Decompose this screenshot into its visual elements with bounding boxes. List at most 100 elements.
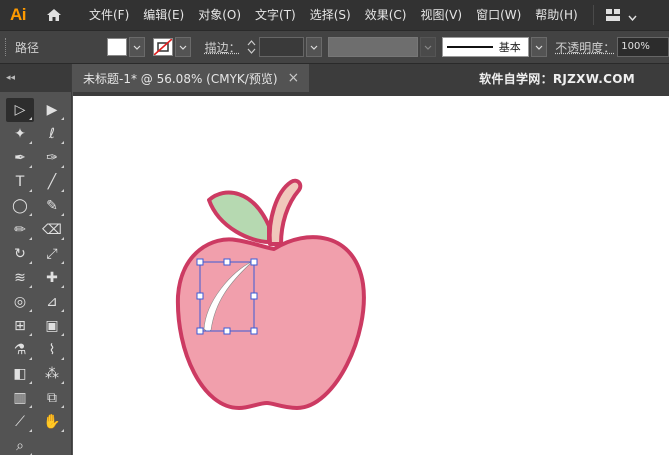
type-icon: T xyxy=(16,174,25,190)
symbol-sprayer-icon: ⁂ xyxy=(45,366,59,382)
selection-type-label: 路径 xyxy=(15,39,39,56)
eyedropper-tool[interactable]: ⚗ xyxy=(6,338,34,362)
mesh-tool[interactable]: ⊞ xyxy=(6,314,34,338)
symbol-sprayer-tool[interactable]: ⁂ xyxy=(38,362,66,386)
shaper-icon: ✏ xyxy=(14,222,26,238)
collapse-panel-button[interactable]: ◂◂ xyxy=(6,73,15,83)
shaper-tool[interactable]: ✏ xyxy=(6,218,34,242)
stroke-weight-stepper[interactable] xyxy=(245,37,259,57)
controlbar-grip[interactable] xyxy=(5,38,7,56)
selection-handle-1[interactable] xyxy=(224,259,230,265)
more-tools-indicator xyxy=(61,309,64,312)
gradient-icon: ▣ xyxy=(45,318,58,334)
lasso-tool[interactable]: ℓ xyxy=(38,122,66,146)
more-tools-indicator xyxy=(29,333,32,336)
measure-tool[interactable]: ⌇ xyxy=(38,338,66,362)
more-tools-indicator xyxy=(61,189,64,192)
menu-item-7[interactable]: 窗口(W) xyxy=(469,0,528,30)
ellipse-tool[interactable]: ◯ xyxy=(6,194,34,218)
more-tools-indicator xyxy=(61,333,64,336)
selection-handle-3[interactable] xyxy=(197,293,203,299)
illustrator-window: Ai 文件(F) 编辑(E) 对象(O) 文字(T) 选择(S) 效果(C) 视图(V) 窗口… xyxy=(0,0,669,455)
puppet-warp-tool[interactable]: ✚ xyxy=(38,266,66,290)
menu-item-4[interactable]: 选择(S) xyxy=(303,0,358,30)
menu-item-3[interactable]: 文字(T) xyxy=(248,0,303,30)
direct-selection-tool[interactable]: ▶ xyxy=(38,98,66,122)
type-tool[interactable]: T xyxy=(6,170,34,194)
selection-tool[interactable]: ▷ xyxy=(6,98,34,122)
brush-dropdown[interactable] xyxy=(531,37,547,57)
workspace-switcher[interactable] xyxy=(593,5,637,25)
more-tools-indicator xyxy=(29,285,32,288)
opacity-field[interactable]: 100% xyxy=(617,37,669,57)
artboard-canvas[interactable] xyxy=(73,92,669,455)
shape-builder-tool[interactable]: ◎ xyxy=(6,290,34,314)
artboard-tool[interactable]: ⧉ xyxy=(38,386,66,410)
selection-handle-6[interactable] xyxy=(224,328,230,334)
variable-width-dropdown[interactable] xyxy=(420,37,436,57)
paintbrush-tool[interactable]: ✎ xyxy=(38,194,66,218)
chevron-down-icon xyxy=(179,45,187,50)
rotate-tool[interactable]: ↻ xyxy=(6,242,34,266)
stroke-swatch[interactable] xyxy=(153,38,173,56)
pen-icon: ✒ xyxy=(14,150,26,166)
chevron-down-icon xyxy=(310,45,318,50)
apple-leaf[interactable] xyxy=(209,193,269,242)
magic-wand-tool[interactable]: ✦ xyxy=(6,122,34,146)
hand-icon: ✋ xyxy=(43,414,60,430)
column-graph-tool[interactable]: ▥ xyxy=(6,386,34,410)
more-tools-indicator xyxy=(61,117,64,120)
document-tab[interactable]: 未标题-1* @ 56.08% (CMYK/预览) × xyxy=(73,64,309,92)
home-icon[interactable] xyxy=(36,0,72,30)
artboard-icon: ⧉ xyxy=(47,390,57,406)
chevron-down-icon xyxy=(133,45,141,50)
eraser-tool[interactable]: ⌫ xyxy=(38,218,66,242)
tools-panel: ◂◂ ▷ ▶ ✦ ℓ ✒ ✑ T ╱ ◯ ✎ ✏ ⌫ ↻ ⤢ ≋ ✚ ◎ ⊿ ⊞ ▣ ⚗ ⌇ ◧ ⁂ ▥ ⧉ ⟋ ✋ ⌕ xyxy=(0,64,72,455)
stroke-weight-field[interactable] xyxy=(259,37,305,57)
menu-item-0[interactable]: 文件(F) xyxy=(82,0,136,30)
hand-tool[interactable]: ✋ xyxy=(38,410,66,434)
apple-stem[interactable] xyxy=(270,181,301,244)
menu-item-6[interactable]: 视图(V) xyxy=(413,0,469,30)
menu-item-1[interactable]: 编辑(E) xyxy=(136,0,191,30)
selection-handle-2[interactable] xyxy=(251,259,257,265)
more-tools-indicator xyxy=(29,309,32,312)
slice-tool[interactable]: ⟋ xyxy=(6,410,34,434)
fill-swatch[interactable] xyxy=(107,38,127,56)
more-tools-indicator xyxy=(61,357,64,360)
shape-builder-icon: ◎ xyxy=(14,294,26,310)
selection-handle-0[interactable] xyxy=(197,259,203,265)
brush-definition[interactable]: 基本 xyxy=(442,37,530,57)
more-tools-indicator xyxy=(61,405,64,408)
opacity-label[interactable]: 不透明度： xyxy=(555,39,615,56)
stroke-weight-label: 描边： xyxy=(205,39,241,56)
scale-tool[interactable]: ⤢ xyxy=(38,242,66,266)
zoom-tool[interactable]: ⌕ xyxy=(6,434,34,455)
slice-icon: ⟋ xyxy=(15,414,25,430)
rotate-icon: ↻ xyxy=(14,246,26,262)
fill-dropdown[interactable] xyxy=(129,37,145,57)
menu-item-5[interactable]: 效果(C) xyxy=(358,0,414,30)
line-tool[interactable]: ╱ xyxy=(38,170,66,194)
curvature-icon: ✑ xyxy=(46,150,58,166)
pen-tool[interactable]: ✒ xyxy=(6,146,34,170)
menu-item-8[interactable]: 帮助(H) xyxy=(528,0,584,30)
variable-width-profile[interactable] xyxy=(328,37,418,57)
perspective-grid-tool[interactable]: ⊿ xyxy=(38,290,66,314)
stroke-weight-dropdown[interactable] xyxy=(306,37,322,57)
selection-handle-4[interactable] xyxy=(251,293,257,299)
gradient-tool[interactable]: ▣ xyxy=(38,314,66,338)
warp-tool[interactable]: ≋ xyxy=(6,266,34,290)
artwork xyxy=(73,96,669,455)
stepper-arrows-icon xyxy=(247,39,256,55)
curvature-tool[interactable]: ✑ xyxy=(38,146,66,170)
chevron-down-icon xyxy=(424,45,432,50)
stroke-dropdown[interactable] xyxy=(175,37,191,57)
close-icon[interactable]: × xyxy=(288,70,300,86)
tool-grid: ▷ ▶ ✦ ℓ ✒ ✑ T ╱ ◯ ✎ ✏ ⌫ ↻ ⤢ ≋ ✚ ◎ ⊿ ⊞ ▣ ⚗ ⌇ ◧ ⁂ ▥ ⧉ ⟋ ✋ ⌕ xyxy=(0,98,71,455)
menu-item-2[interactable]: 对象(O) xyxy=(191,0,248,30)
selection-handle-7[interactable] xyxy=(251,328,257,334)
selection-handle-5[interactable] xyxy=(197,328,203,334)
blend-tool[interactable]: ◧ xyxy=(6,362,34,386)
more-tools-indicator xyxy=(61,237,64,240)
